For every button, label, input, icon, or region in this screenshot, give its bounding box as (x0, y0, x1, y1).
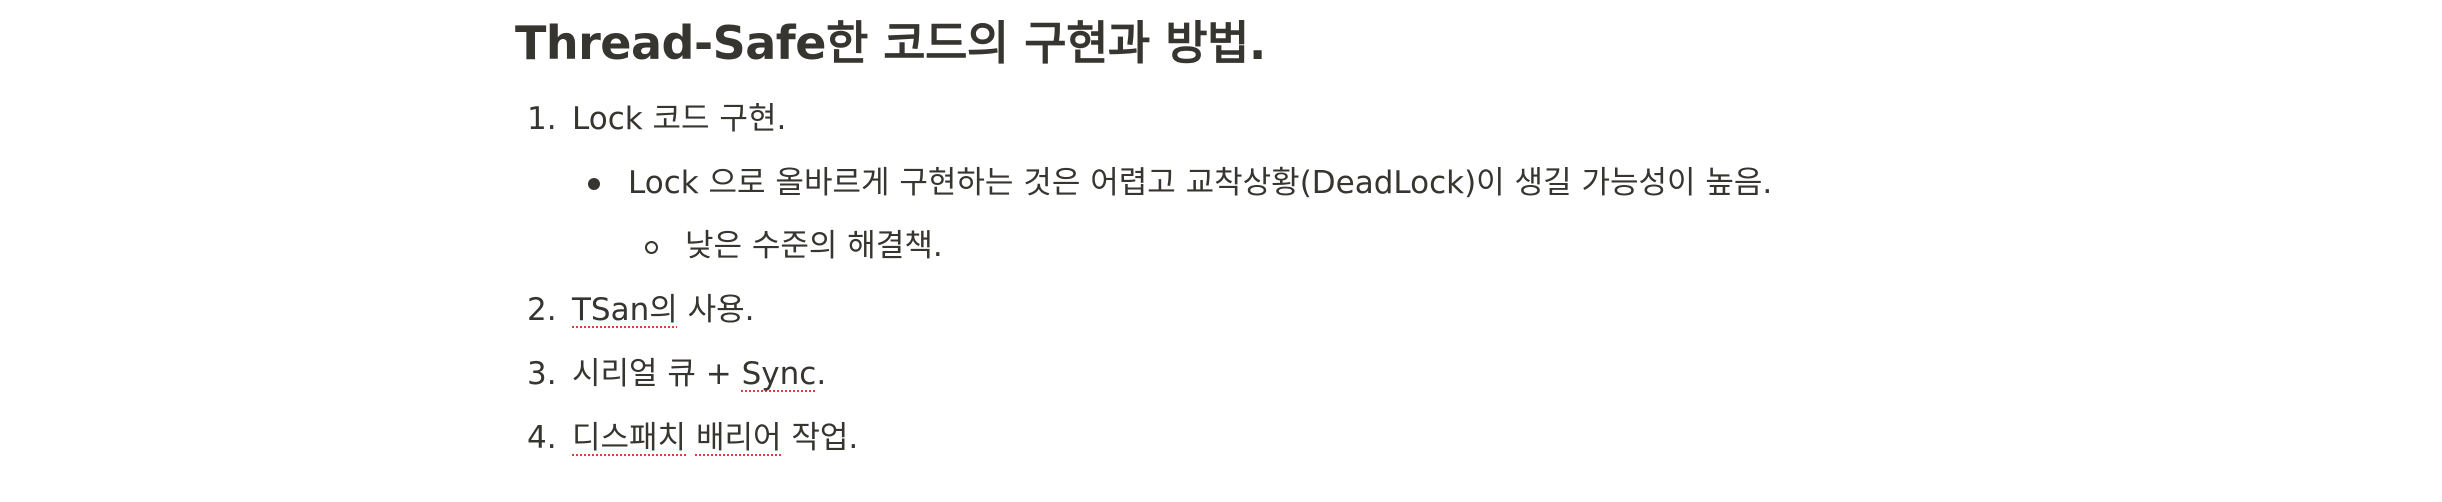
spellcheck-word[interactable]: 배리어 (696, 420, 782, 456)
list-number: 3. (527, 356, 557, 392)
sub-bullet-item-text: 낮은 수준의 해결책. (685, 228, 943, 264)
spellcheck-word[interactable]: Sync (742, 356, 817, 392)
list-item-text: Lock 코드 구현. (572, 101, 787, 137)
text-segment: 작업. (781, 420, 859, 456)
spellcheck-word[interactable]: TSan의 (572, 292, 678, 328)
bullet-item-text: Lock 으로 올바르게 구현하는 것은 어렵고 교착상황(DeadLock)이… (628, 165, 1773, 201)
spellcheck-word[interactable]: 디스패치 (572, 420, 686, 456)
list-item-text: 시리얼 큐 + Sync. (572, 349, 826, 399)
list-number: 4. (527, 420, 557, 456)
list-item-text: 디스패치 배리어 작업. (572, 413, 858, 463)
list-number: 2. (527, 292, 557, 328)
text-segment (686, 420, 696, 456)
list-number: 1. (527, 101, 557, 137)
page-title[interactable]: Thread-Safe한 코드의 구현과 방법. (515, 12, 1266, 74)
bullet-disc-icon (588, 178, 600, 190)
text-segment: 사용. (677, 292, 755, 328)
bullet-circle-icon (645, 241, 658, 254)
text-segment: . (816, 356, 827, 392)
list-item-text: TSan의 사용. (572, 285, 755, 335)
text-segment: 시리얼 큐 + (572, 356, 742, 392)
